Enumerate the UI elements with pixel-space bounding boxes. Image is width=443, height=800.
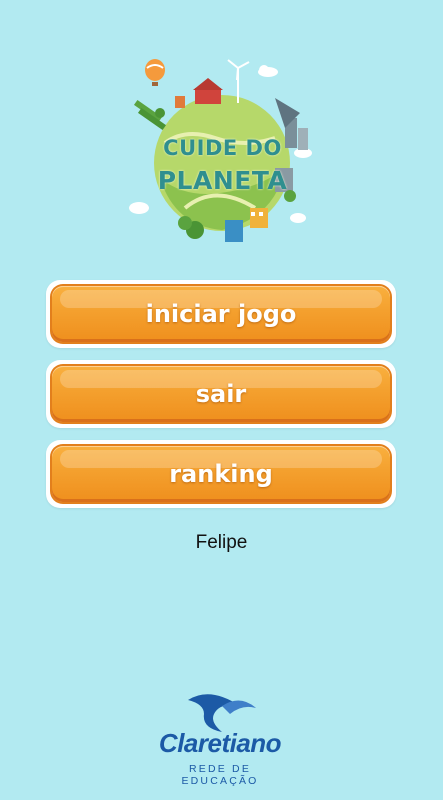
logo-title-line2: PLANETA	[157, 166, 288, 195]
ranking-button[interactable]: ranking	[52, 446, 390, 502]
exit-label: sair	[195, 380, 247, 408]
start-button-frame: iniciar jogo	[46, 280, 396, 348]
game-logo: CUIDE DO PLANETA	[125, 58, 320, 253]
ranking-button-frame: ranking	[46, 440, 396, 508]
logo-title-line1: CUIDE DO	[163, 136, 282, 160]
bird-icon	[188, 694, 256, 732]
ranking-label: ranking	[169, 460, 273, 488]
start-game-button[interactable]: iniciar jogo	[52, 286, 390, 342]
start-game-label: iniciar jogo	[145, 300, 297, 328]
brand-subtitle: REDE DE EDUCAÇÃO	[181, 763, 259, 787]
exit-button-frame: sair	[46, 360, 396, 428]
brand-logo: Claretiano REDE DE EDUCAÇÃO	[150, 688, 300, 787]
brand-name: Claretiano	[158, 728, 282, 758]
exit-button[interactable]: sair	[52, 366, 390, 422]
player-name: Felipe	[195, 532, 248, 553]
